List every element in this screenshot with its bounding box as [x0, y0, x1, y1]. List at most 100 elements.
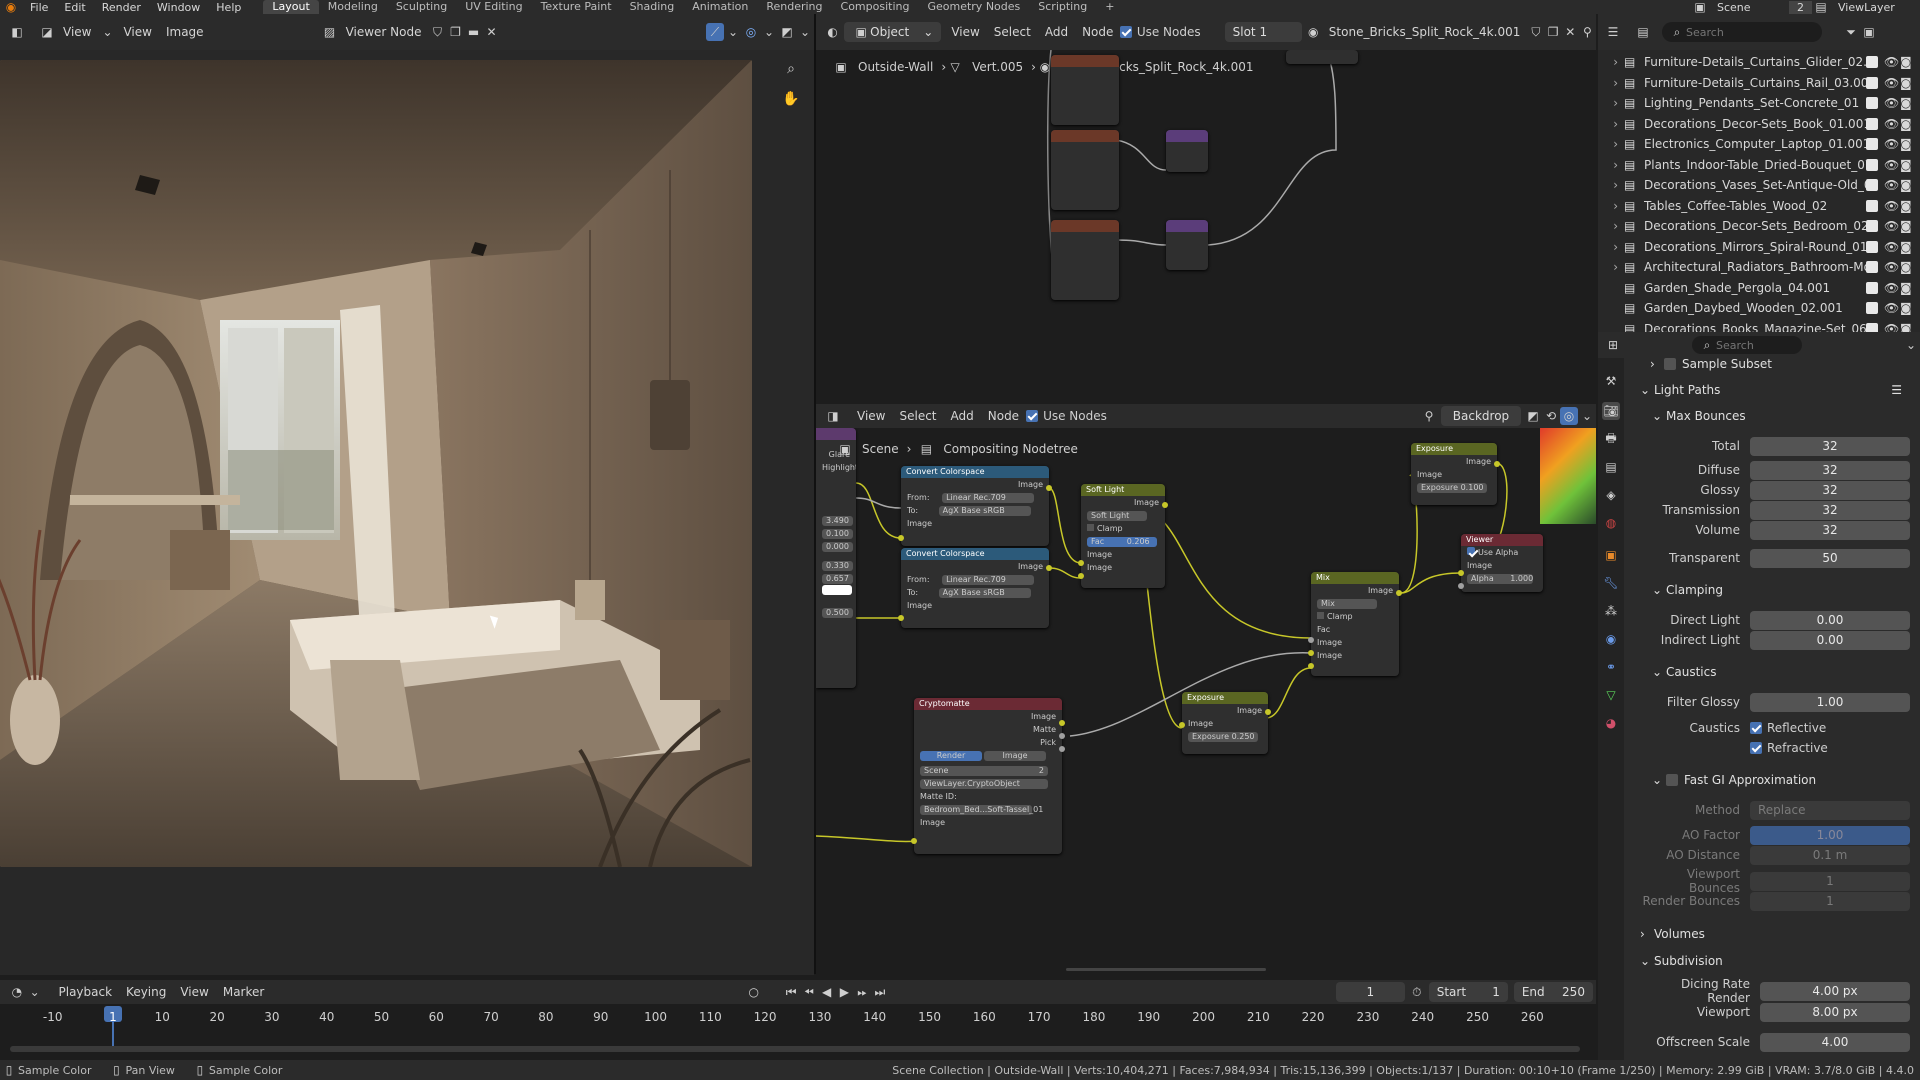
outliner-item[interactable]: › ▤ Plants_Indoor-Table_Dried-Bouquet_07 👁︎…	[1598, 155, 1920, 176]
socket[interactable]	[1308, 650, 1314, 656]
object-mode-dropdown[interactable]: ▣ Object ⌄	[844, 22, 942, 42]
socket[interactable]	[898, 615, 904, 621]
menu-image[interactable]: Image	[159, 25, 211, 39]
use-alpha-checkbox[interactable]	[1467, 547, 1475, 555]
exclude-checkbox[interactable]	[1866, 281, 1878, 294]
eye-icon[interactable]: 👁︎	[1884, 260, 1900, 274]
caustics-subpanel[interactable]: ⌄ Caustics	[1652, 662, 1920, 682]
socket[interactable]	[1046, 565, 1052, 571]
left-value-2[interactable]: 0.000	[822, 542, 853, 552]
start-frame-field[interactable]: Start 1	[1428, 982, 1508, 1002]
duplicate-icon[interactable]: ❐	[1545, 23, 1562, 41]
convert1-from-dropdown[interactable]: Linear Rec.709	[942, 493, 1035, 503]
exclude-checkbox[interactable]	[1866, 302, 1878, 315]
menu-render[interactable]: Render	[94, 1, 149, 14]
volumes-panel-header[interactable]: › Volumes	[1640, 924, 1910, 944]
exclude-checkbox[interactable]	[1866, 56, 1878, 69]
chevron-right-icon[interactable]: ›	[1598, 76, 1624, 90]
world-tab-icon[interactable]: ◍	[1602, 514, 1620, 532]
camera-icon[interactable]: ◙	[1900, 178, 1914, 192]
viewer-alpha-field[interactable]: Alpha 1.000	[1467, 574, 1533, 584]
light-paths-panel-header[interactable]: ⌄ Light Paths ☰	[1640, 380, 1910, 400]
bounce-field[interactable]: 32	[1750, 460, 1910, 480]
particles-tab-icon[interactable]: ⁂	[1602, 602, 1620, 620]
material-sphere-icon[interactable]: ◉	[1305, 23, 1322, 41]
timeline-scrollbar[interactable]	[10, 1046, 1580, 1052]
outliner-item[interactable]: › ▤ Decorations_Decor-Sets_Bedroom_02.0 👁︎ ◙	[1598, 216, 1920, 237]
shader-node-c[interactable]	[1051, 220, 1119, 300]
method-dropdown[interactable]: Replace	[1750, 800, 1910, 820]
eye-icon[interactable]: 👁︎	[1884, 76, 1900, 90]
eye-icon[interactable]: 👁︎	[1884, 219, 1900, 233]
sample-tool-icon[interactable]: ⟋	[706, 23, 724, 41]
blender-logo-icon[interactable]: ◉	[0, 0, 22, 14]
jump-start-icon[interactable]: ⏮	[782, 983, 800, 1001]
sample-subset-checkbox[interactable]	[1664, 358, 1676, 370]
menu-keying[interactable]: Keying	[119, 985, 173, 999]
max-bounces-subpanel[interactable]: ⌄ Max Bounces	[1652, 406, 1920, 426]
backdrop-channels-icon[interactable]: ◩	[1524, 407, 1542, 425]
left-value-4[interactable]: 0.657	[822, 574, 853, 584]
outliner-item[interactable]: › ▤ Lighting_Pendants_Set-Concrete_01 👁︎ ◙	[1598, 93, 1920, 114]
menu-node[interactable]: Node	[981, 409, 1026, 423]
tab-animation[interactable]: Animation	[683, 0, 757, 14]
use-nodes-checkbox[interactable]	[1120, 26, 1132, 38]
mix-node[interactable]: Mix Image Mix Clamp Fac Image Image	[1311, 572, 1399, 676]
folder-icon[interactable]: ▬	[465, 23, 483, 41]
view-layer-tab-icon[interactable]: ▤	[1602, 458, 1620, 476]
refractive-checkbox[interactable]	[1750, 742, 1762, 754]
left-value-5[interactable]: 0.500	[822, 608, 853, 618]
material-tab-icon[interactable]: ◕	[1602, 714, 1620, 732]
data-tab-icon[interactable]: ▽	[1602, 686, 1620, 704]
display-mode-icon[interactable]: ▤	[1634, 23, 1652, 41]
outliner-search-input[interactable]	[1686, 25, 1796, 39]
camera-icon[interactable]: ◙	[1900, 137, 1914, 151]
output-tab-icon[interactable]: 🖶︎	[1602, 430, 1620, 448]
view-layer-selector[interactable]: ViewLayer	[1830, 1, 1920, 14]
left-value-0[interactable]: 3.490	[822, 516, 853, 526]
play-icon[interactable]: ▶	[836, 983, 854, 1001]
bounce-field[interactable]: 32	[1750, 436, 1910, 456]
tab-geometry-nodes[interactable]: Geometry Nodes	[918, 0, 1029, 14]
add-workspace-button[interactable]: +	[1096, 0, 1123, 14]
color-swatch[interactable]	[822, 585, 852, 595]
shader-node-a[interactable]	[1051, 55, 1119, 125]
exclude-checkbox[interactable]	[1866, 220, 1878, 233]
editor-type-icon[interactable]: ☰	[1604, 23, 1622, 41]
socket[interactable]	[1494, 461, 1500, 467]
menu-view[interactable]: View	[944, 25, 986, 39]
chevron-right-icon[interactable]: ›	[1598, 199, 1624, 213]
duplicate-icon[interactable]: ❐	[447, 23, 465, 41]
outliner-item[interactable]: › ▤ Furniture-Details_Curtains_Rail_03.001…	[1598, 73, 1920, 94]
new-collection-icon[interactable]: ▣	[1860, 23, 1878, 41]
cryptomatte-scene-field[interactable]: Scene 2	[920, 766, 1048, 776]
convert-colorspace-node-1[interactable]: Convert Colorspace Image From: Linear Re…	[901, 466, 1049, 546]
exposure-top-field[interactable]: Exposure 0.100	[1417, 483, 1487, 493]
shader-node-e[interactable]	[1166, 220, 1208, 270]
socket[interactable]	[1046, 485, 1052, 491]
outliner-item[interactable]: › ▤ Decorations_Decor-Sets_Book_01.001 👁︎ ◙	[1598, 114, 1920, 135]
chevron-down-icon[interactable]: ⌄	[1902, 336, 1920, 354]
exposure-node-bottom[interactable]: Exposure Image Image Exposure 0.250	[1182, 692, 1268, 754]
mix-mode-dropdown[interactable]: Mix	[1317, 599, 1377, 609]
shader-node-f[interactable]	[1286, 50, 1358, 64]
tab-compositing[interactable]: Compositing	[832, 0, 919, 14]
fast-gi-subpanel[interactable]: ⌄ Fast GI Approximation	[1652, 770, 1920, 790]
exclude-checkbox[interactable]	[1866, 138, 1878, 151]
outliner-item[interactable]: › ▤ Decorations_Vases_Set-Antique-Old_01 👁︎…	[1598, 175, 1920, 196]
cryptomatte-layer-dropdown[interactable]: ViewLayer.CryptoObject	[920, 779, 1048, 789]
menu-add[interactable]: Add	[1038, 25, 1075, 39]
indirect-light-field[interactable]: 0.00	[1750, 630, 1910, 650]
horizontal-scrollbar[interactable]	[1066, 968, 1266, 971]
outliner-item[interactable]: ▤ Garden_Shade_Pergola_04.001 👁︎ ◙	[1598, 278, 1920, 299]
tool-tab-icon[interactable]: ⚒	[1602, 372, 1620, 390]
editor-type-icon[interactable]: ⊞	[1604, 336, 1622, 354]
outliner-item[interactable]: ▤ Garden_Daybed_Wooden_02.001 👁︎ ◙	[1598, 298, 1920, 319]
display-channels-icon[interactable]: ◩	[778, 23, 796, 41]
exposure-bottom-field[interactable]: Exposure 0.250	[1188, 732, 1258, 742]
cryptomatte-image-tab[interactable]: Image	[984, 751, 1046, 761]
left-value-3[interactable]: 0.330	[822, 561, 853, 571]
menu-view[interactable]: View	[173, 985, 215, 999]
backdrop-toggle[interactable]: Backdrop	[1441, 406, 1521, 426]
camera-icon[interactable]: ◙	[1900, 301, 1914, 315]
